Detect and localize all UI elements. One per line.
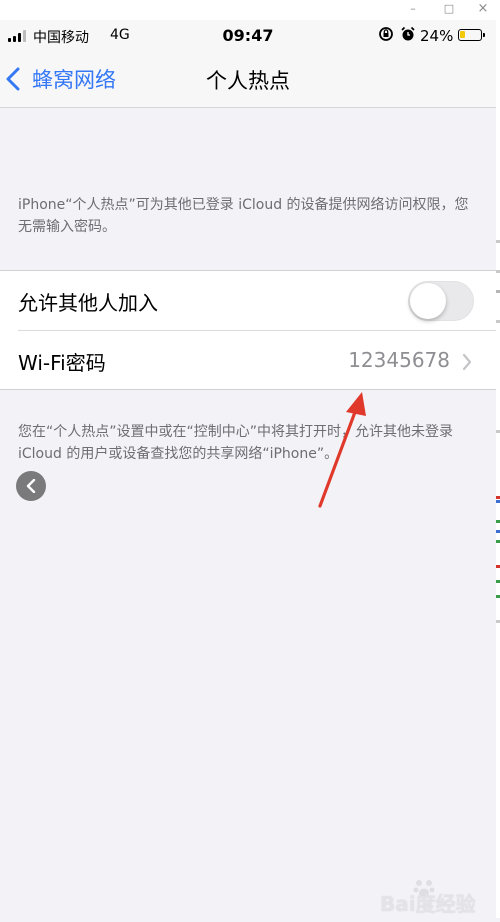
alarm-icon bbox=[401, 26, 416, 41]
annotation-arrow-icon bbox=[318, 392, 366, 508]
allow-others-row: 允许其他人加入 bbox=[0, 271, 496, 331]
orientation-lock-icon bbox=[379, 27, 393, 41]
chevron-right-icon bbox=[462, 353, 472, 371]
status-icons bbox=[378, 26, 416, 42]
hotspot-description: iPhone“个人热点”可为其他已登录 iCloud 的设备提供网络访问权限，您… bbox=[18, 197, 469, 235]
allow-others-label: 允许其他人加入 bbox=[18, 291, 158, 315]
status-bar: 中国移动 4G 09:47 24% bbox=[0, 20, 496, 52]
page-title: 个人热点 bbox=[206, 69, 290, 93]
close-icon[interactable]: × bbox=[474, 1, 492, 17]
phone-screen: 中国移动 4G 09:47 24% 蜂窝网络 个人热点 iPhone“个人热点”… bbox=[0, 20, 496, 918]
toggle-knob bbox=[410, 283, 446, 319]
background-strip bbox=[496, 20, 500, 918]
minimize-icon[interactable]: – bbox=[404, 1, 422, 17]
maximize-icon[interactable]: □ bbox=[440, 1, 458, 17]
navigation-bar: 蜂窝网络 个人热点 bbox=[0, 52, 496, 108]
wifi-password-label: Wi-Fi密码 bbox=[18, 351, 106, 375]
baidu-watermark: Bai度经验 bbox=[380, 880, 480, 922]
sharing-description: 您在“个人热点”设置中或在“控制中心”中将其打开时，允许其他未登录 iCloud… bbox=[18, 424, 454, 462]
overlay-back-button[interactable] bbox=[16, 471, 46, 501]
allow-others-toggle[interactable] bbox=[408, 281, 474, 321]
battery-percentage: 24% bbox=[420, 27, 454, 45]
battery-icon bbox=[458, 29, 482, 41]
wifi-password-value: 12345678 bbox=[348, 348, 450, 372]
window-titlebar: – □ × bbox=[0, 0, 500, 20]
wifi-password-row[interactable]: Wi-Fi密码 12345678 bbox=[0, 331, 496, 390]
settings-group: 允许其他人加入 Wi-Fi密码 12345678 bbox=[0, 270, 496, 390]
chevron-left-icon bbox=[26, 479, 36, 493]
